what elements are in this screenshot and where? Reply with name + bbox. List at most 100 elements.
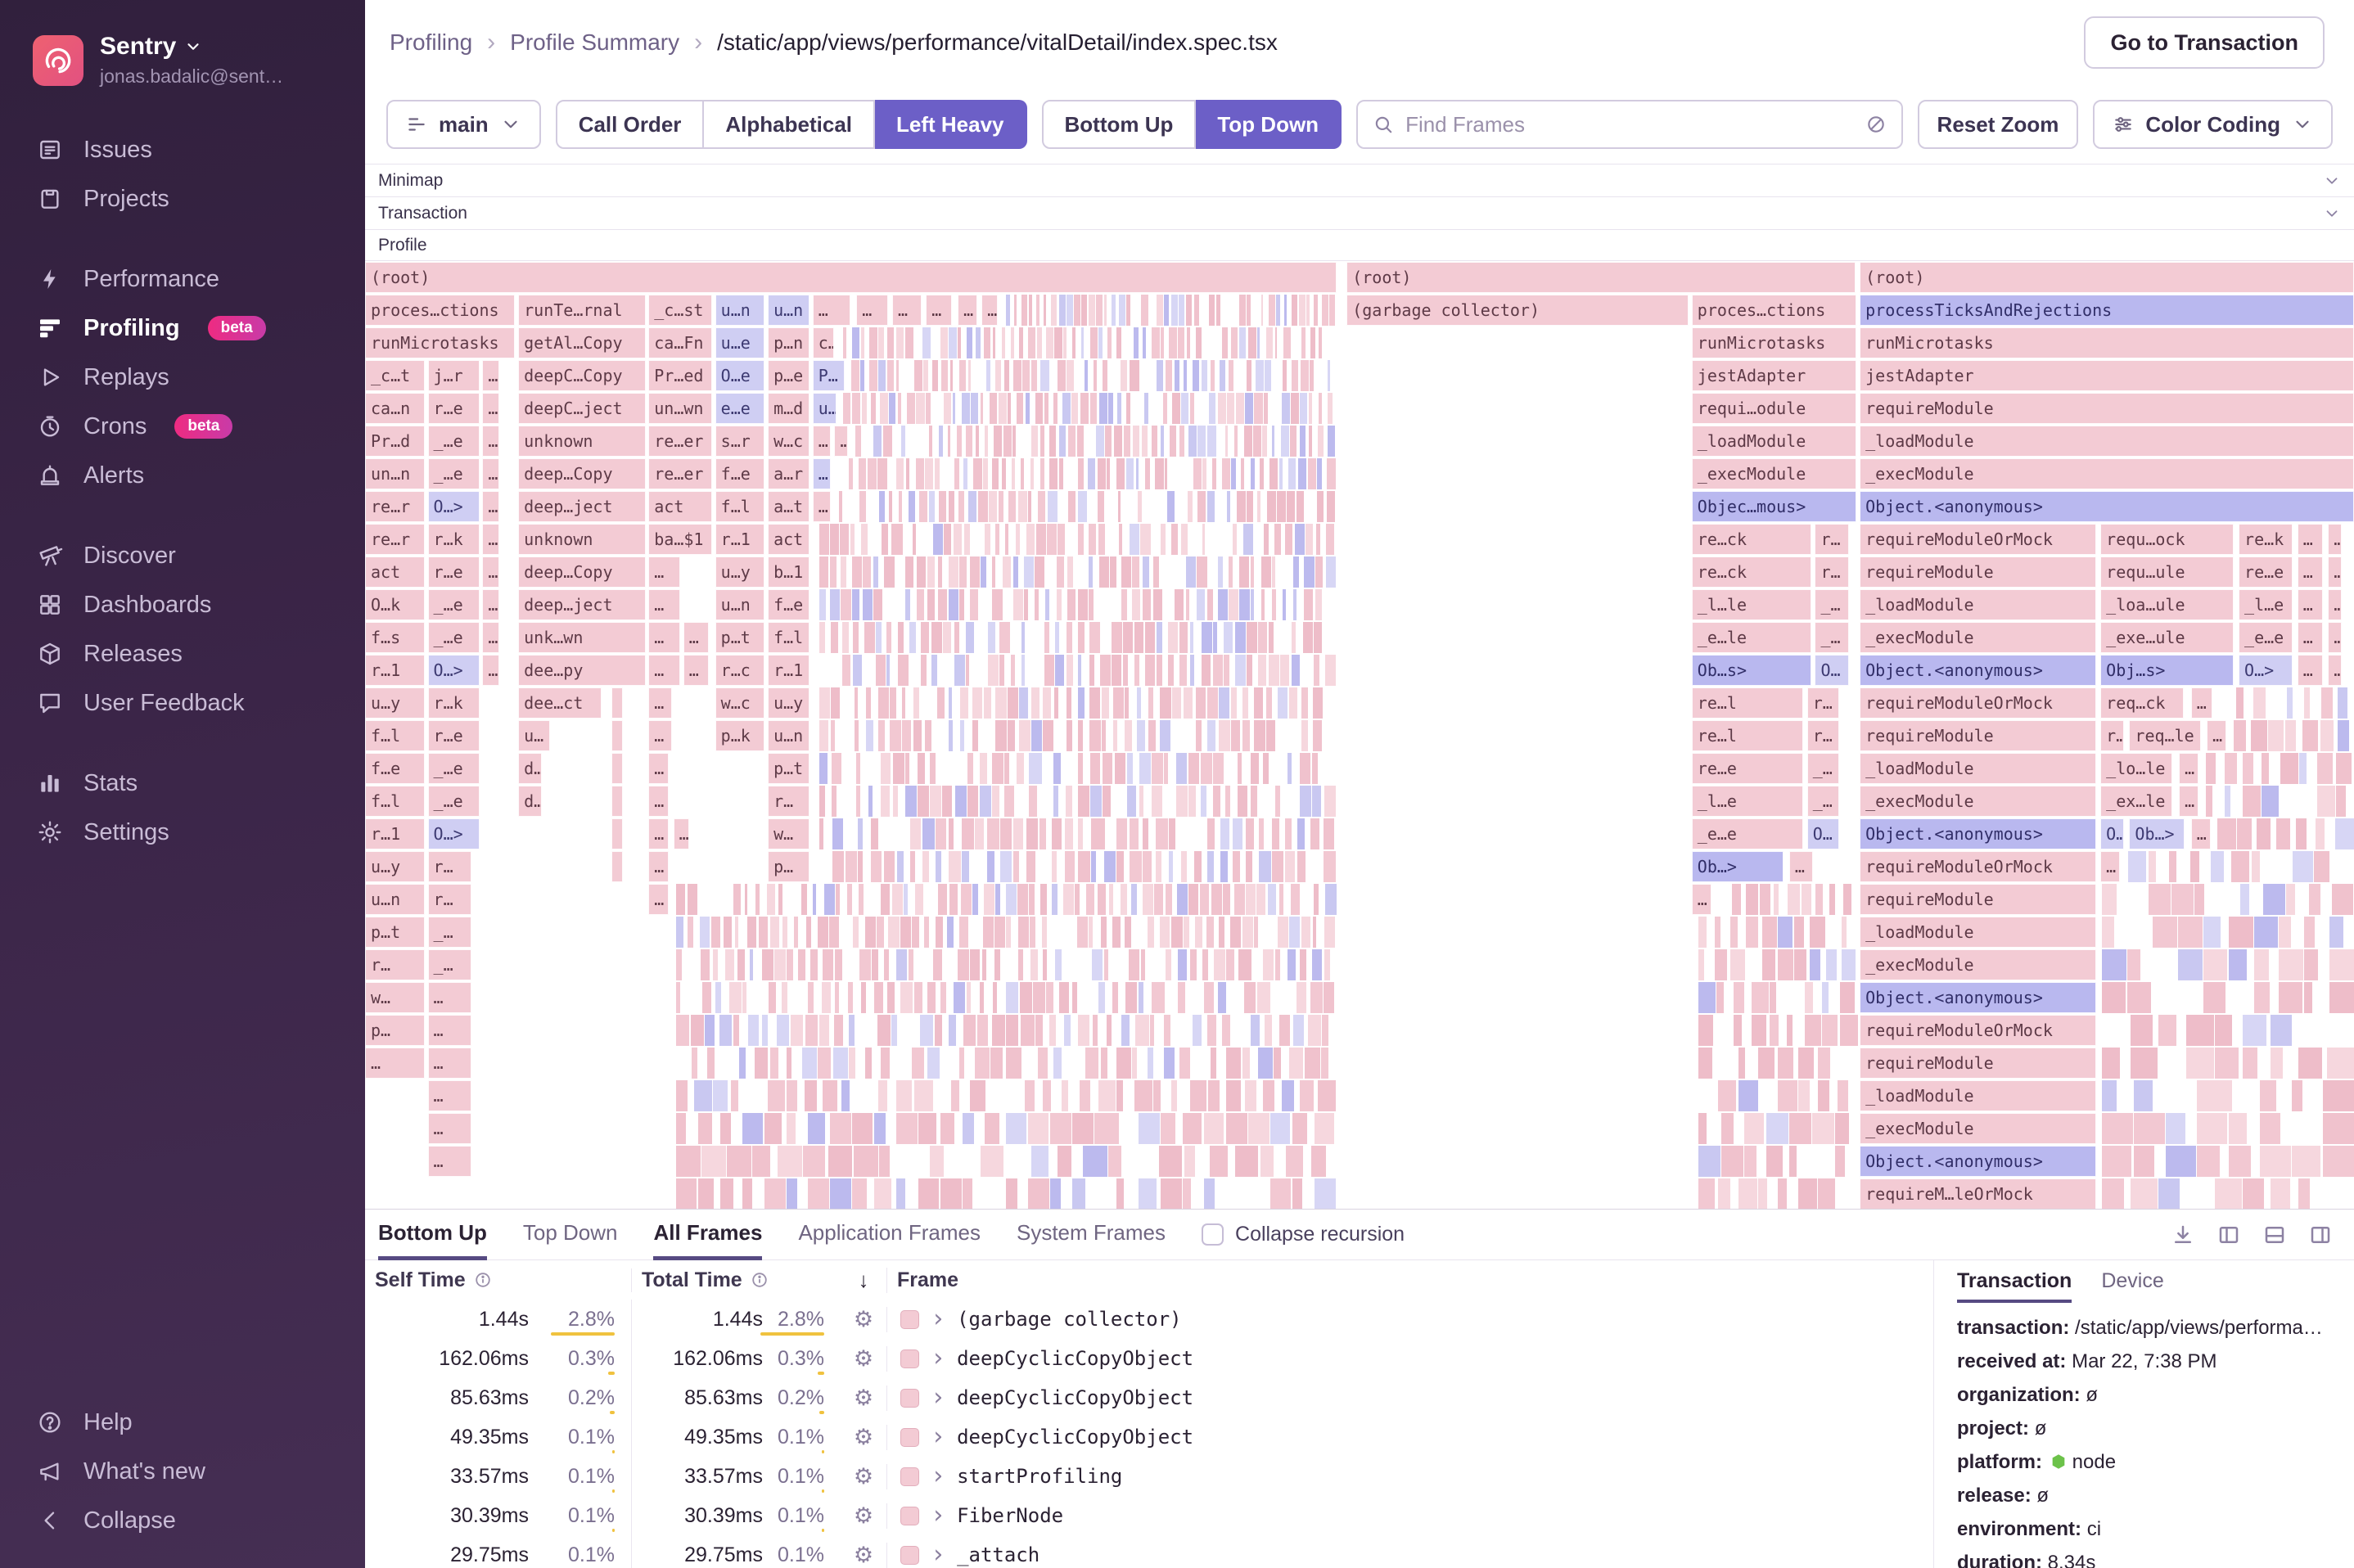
flame-frame[interactable]: c… bbox=[813, 327, 835, 358]
flame-frame-small[interactable] bbox=[1263, 524, 1269, 555]
flame-frame-small[interactable] bbox=[1065, 786, 1072, 817]
flame-frame-small[interactable] bbox=[830, 687, 839, 719]
flame-frame-small[interactable] bbox=[1097, 458, 1107, 489]
flame-frame-small[interactable] bbox=[1057, 1146, 1071, 1177]
flame-frame-small[interactable] bbox=[2262, 884, 2287, 915]
flame-frame-small[interactable] bbox=[1312, 720, 1322, 751]
flame-frame-small[interactable] bbox=[781, 982, 787, 1013]
flame-frame-small[interactable] bbox=[1250, 458, 1256, 489]
flame-frame-small[interactable] bbox=[1301, 327, 1306, 358]
flame-frame-small[interactable] bbox=[690, 1015, 705, 1046]
flame-frame-small[interactable] bbox=[918, 1178, 939, 1209]
flame-frame-small[interactable] bbox=[848, 1015, 855, 1046]
flame-frame-small[interactable] bbox=[878, 1146, 889, 1177]
flame-frame-small[interactable] bbox=[1259, 458, 1264, 489]
flame-frame-small[interactable] bbox=[1098, 1080, 1117, 1111]
flame-frame-small[interactable] bbox=[1034, 556, 1044, 588]
flame-frame-small[interactable] bbox=[1125, 982, 1137, 1013]
flame-frame-small[interactable] bbox=[1308, 393, 1312, 424]
flame-frame-small[interactable] bbox=[873, 1178, 891, 1209]
flame-frame-small[interactable] bbox=[1232, 524, 1237, 555]
flame-frame[interactable]: _loadModule bbox=[1860, 753, 2096, 784]
flame-frame-small[interactable] bbox=[1029, 917, 1035, 948]
flame-frame[interactable]: runMicrotasks bbox=[1860, 327, 2354, 358]
flame-frame-small[interactable] bbox=[1729, 949, 1745, 980]
details-tab-device[interactable]: Device bbox=[2101, 1262, 2163, 1303]
flame-frame-small[interactable] bbox=[1089, 687, 1099, 719]
flame-frame-small[interactable] bbox=[1162, 393, 1168, 424]
flame-frame-small[interactable] bbox=[828, 917, 838, 948]
flame-frame-small[interactable] bbox=[1817, 1048, 1830, 1079]
flame-frame-small[interactable] bbox=[1328, 295, 1335, 326]
flame-frame-small[interactable] bbox=[883, 851, 895, 882]
flame-frame-small[interactable] bbox=[2298, 753, 2307, 784]
flame-frame[interactable]: Ob…> bbox=[2129, 818, 2185, 849]
flame-frame-small[interactable] bbox=[1311, 753, 1318, 784]
flame-frame-small[interactable] bbox=[2235, 687, 2243, 719]
flame-frame-small[interactable] bbox=[853, 1146, 881, 1177]
flame-frame-small[interactable] bbox=[1039, 360, 1049, 391]
flame-frame[interactable]: r…1 bbox=[715, 524, 765, 555]
flame-frame-small[interactable] bbox=[2194, 884, 2204, 915]
flame-frame[interactable]: f…s bbox=[365, 622, 425, 653]
flame-frame-small[interactable] bbox=[967, 491, 976, 522]
flame-frame[interactable]: m…d bbox=[768, 393, 809, 424]
table-row[interactable]: 85.63ms0.2%85.63ms0.2%⚙›deepCyclicCopyOb… bbox=[365, 1378, 1933, 1417]
flame-frame-small[interactable] bbox=[2165, 1146, 2200, 1177]
flame-frame[interactable]: re…r bbox=[365, 491, 425, 522]
flame-frame-small[interactable] bbox=[967, 786, 978, 817]
flame-frame-small[interactable] bbox=[2322, 1113, 2354, 1144]
flame-frame-small[interactable] bbox=[733, 884, 742, 915]
flame-frame-small[interactable] bbox=[2228, 949, 2247, 980]
flame-frame-small[interactable] bbox=[2126, 949, 2140, 980]
flame-frame-small[interactable] bbox=[1005, 982, 1018, 1013]
flame-frame[interactable]: requireModuleOrMock bbox=[1860, 1015, 2096, 1046]
flame-frame-small[interactable] bbox=[1292, 1178, 1302, 1209]
flame-frame-small[interactable] bbox=[956, 426, 962, 457]
flame-frame[interactable]: requireModuleOrMock bbox=[1860, 687, 2096, 719]
flame-frame-small[interactable] bbox=[1134, 622, 1143, 653]
frame-settings-gear-icon[interactable]: ⚙ bbox=[841, 1503, 887, 1529]
flame-frame[interactable]: u… bbox=[518, 720, 550, 751]
flame-frame-small[interactable] bbox=[1017, 917, 1029, 948]
flame-frame-small[interactable] bbox=[991, 458, 999, 489]
flame-frame-small[interactable] bbox=[855, 786, 860, 817]
flame-frame-small[interactable] bbox=[2133, 1113, 2167, 1144]
flame-frame-small[interactable] bbox=[1142, 884, 1152, 915]
flame-frame-small[interactable] bbox=[1839, 982, 1856, 1013]
flame-frame-small[interactable] bbox=[1005, 1048, 1021, 1079]
flame-frame-small[interactable] bbox=[2278, 982, 2302, 1013]
flame-frame-small[interactable] bbox=[1733, 982, 1744, 1013]
flame-frame-small[interactable] bbox=[1026, 524, 1035, 555]
flame-frame-small[interactable] bbox=[840, 589, 851, 620]
flame-frame-small[interactable] bbox=[1292, 1015, 1304, 1046]
flame-frame[interactable]: re…l bbox=[1692, 687, 1803, 719]
flame-frame-small[interactable] bbox=[2133, 1146, 2154, 1177]
flame-frame-small[interactable] bbox=[946, 917, 954, 948]
flame-frame[interactable]: … bbox=[648, 818, 668, 849]
flame-frame-small[interactable] bbox=[1238, 949, 1251, 980]
flame-frame-small[interactable] bbox=[1245, 884, 1256, 915]
flame-frame-small[interactable] bbox=[1257, 1048, 1273, 1079]
flame-frame-small[interactable] bbox=[1300, 360, 1309, 391]
flame-frame-small[interactable] bbox=[1788, 1113, 1811, 1144]
flame-frame-small[interactable] bbox=[922, 851, 929, 882]
flame-frame-small[interactable] bbox=[1240, 458, 1244, 489]
flame-frame-small[interactable] bbox=[922, 360, 929, 391]
flame-frame-small[interactable] bbox=[958, 556, 967, 588]
flame-frame-small[interactable] bbox=[1761, 949, 1775, 980]
flame-frame-small[interactable] bbox=[1053, 327, 1062, 358]
flame-frame-small[interactable] bbox=[1084, 360, 1088, 391]
flame-frame-small[interactable] bbox=[1310, 1146, 1326, 1177]
flame-frame-small[interactable] bbox=[1010, 327, 1014, 358]
flame-frame-small[interactable] bbox=[2329, 982, 2354, 1013]
flame-frame[interactable]: _execModule bbox=[1860, 786, 2096, 817]
flame-frame-small[interactable] bbox=[1218, 687, 1229, 719]
flame-frame-small[interactable] bbox=[1777, 917, 1793, 948]
flame-frame[interactable]: ba…$1 bbox=[648, 524, 712, 555]
flame-frame-small[interactable] bbox=[1048, 458, 1057, 489]
flame-frame-small[interactable] bbox=[1077, 720, 1083, 751]
flame-frame[interactable]: requireModule bbox=[1860, 393, 2354, 424]
flame-frame[interactable]: u…n bbox=[768, 295, 809, 326]
flame-frame-small[interactable] bbox=[2148, 851, 2156, 882]
